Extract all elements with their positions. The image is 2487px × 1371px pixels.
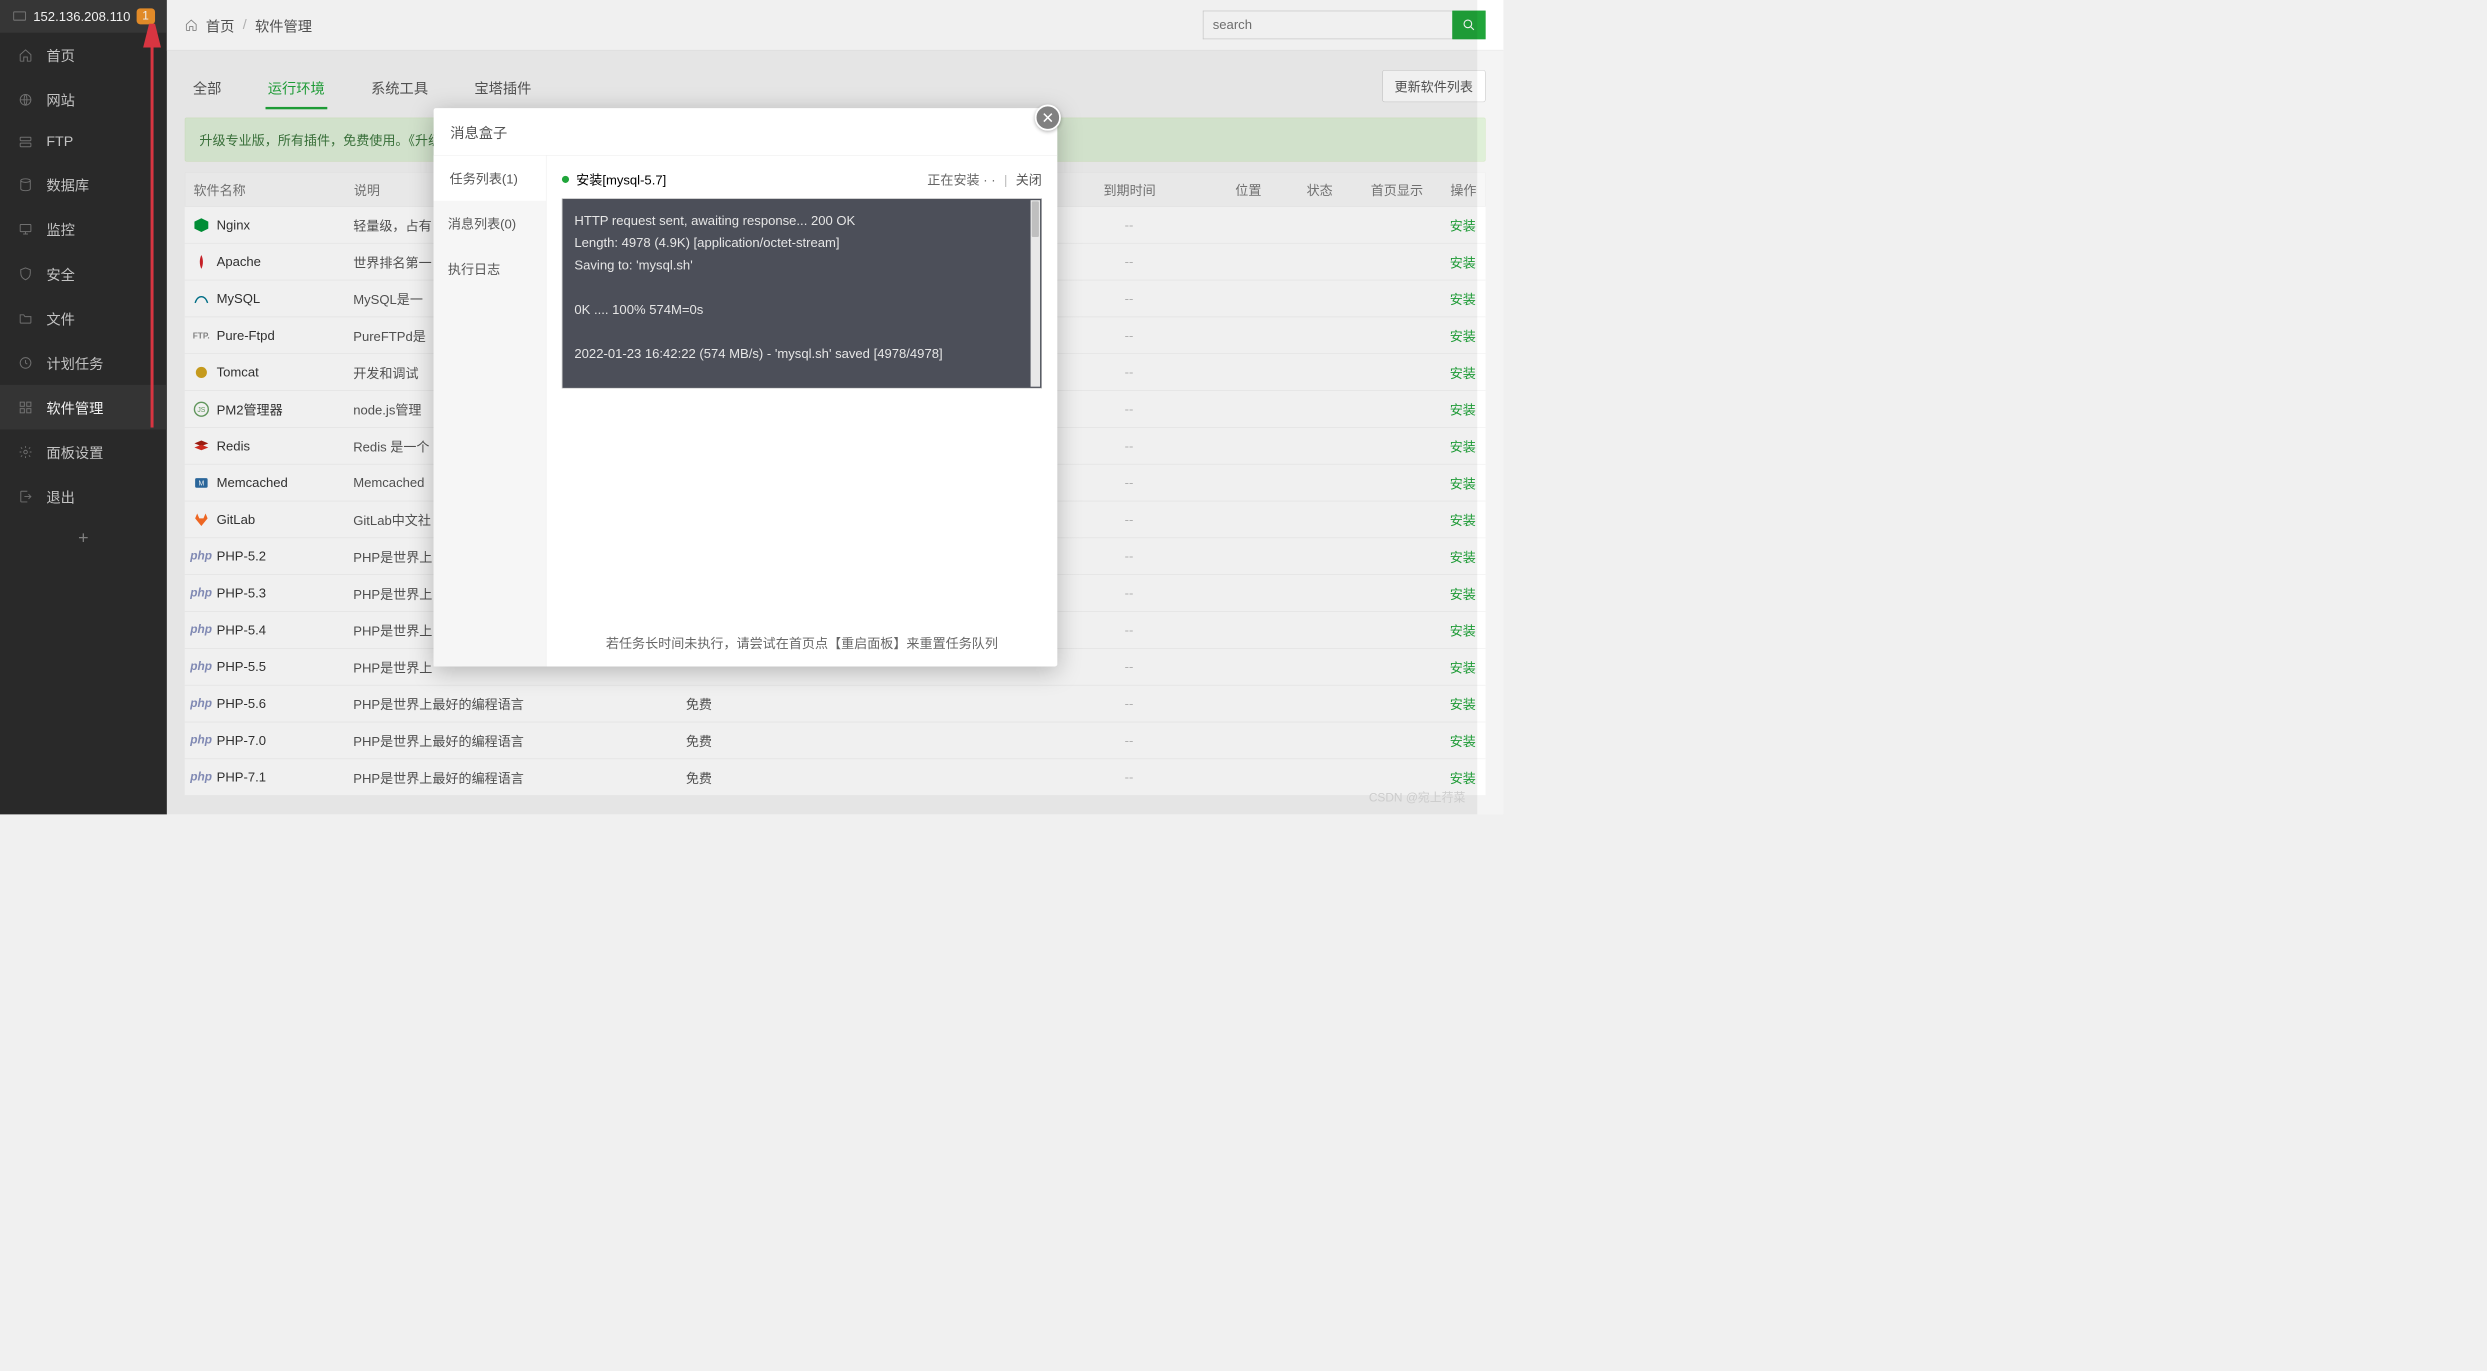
log-scrollbar[interactable]	[1031, 200, 1041, 387]
modal-side-item[interactable]: 消息列表(0)	[434, 201, 546, 246]
log-line: Length: 4978 (4.9K) [application/octet-s…	[574, 232, 1029, 254]
task-sep: |	[1004, 173, 1007, 188]
watermark: CSDN @宛上荇菜	[1369, 788, 1466, 805]
log-line	[574, 321, 1029, 343]
modal-side-item[interactable]: 任务列表(1)	[434, 156, 546, 201]
install-log[interactable]: HTTP request sent, awaiting response... …	[562, 198, 1042, 388]
log-line: Saving to: 'mysql.sh'	[574, 254, 1029, 276]
task-header: 安装[mysql-5.7] 正在安装 · · | 关闭	[562, 170, 1042, 189]
log-line: HTTP request sent, awaiting response... …	[574, 210, 1029, 232]
modal-sidebar: 任务列表(1)消息列表(0)执行日志	[434, 156, 547, 667]
modal-main: 安装[mysql-5.7] 正在安装 · · | 关闭 HTTP request…	[546, 156, 1057, 667]
log-line: 2022-01-23 16:42:22 (574 MB/s) - 'mysql.…	[574, 343, 1029, 365]
modal-title: 消息盒子	[434, 108, 1058, 156]
modal-tip: 若任务长时间未执行，请尝试在首页点【重启面板】来重置任务队列	[562, 621, 1042, 652]
close-icon	[1042, 112, 1054, 124]
log-line: 0K .... 100% 574M=0s	[574, 299, 1029, 321]
log-scroll-thumb[interactable]	[1032, 201, 1039, 237]
status-dot-icon	[562, 176, 569, 183]
modal-side-item[interactable]: 执行日志	[434, 246, 546, 291]
task-name: 安装[mysql-5.7]	[576, 170, 666, 189]
log-line	[574, 276, 1029, 298]
modal-close-button[interactable]	[1035, 105, 1061, 131]
message-box-modal: 消息盒子 任务列表(1)消息列表(0)执行日志 安装[mysql-5.7] 正在…	[434, 108, 1058, 666]
task-status: 正在安装 · ·	[927, 173, 995, 188]
task-close-link[interactable]: 关闭	[1016, 173, 1042, 188]
